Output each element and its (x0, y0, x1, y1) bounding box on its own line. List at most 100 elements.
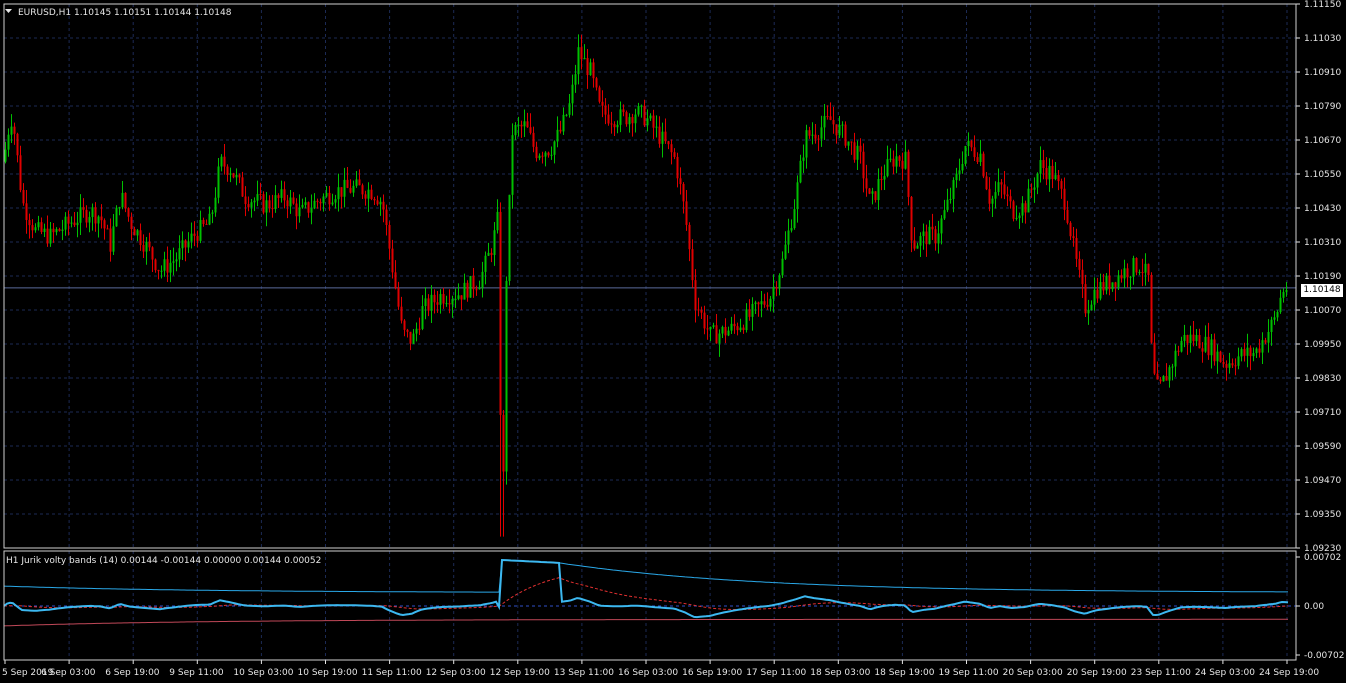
candle-body (895, 156, 898, 167)
candle-body (214, 197, 217, 213)
candle-body (286, 200, 289, 207)
candle-body (754, 302, 757, 304)
candle-body (523, 121, 526, 127)
candle-body (823, 116, 826, 128)
candle-body (715, 325, 718, 344)
candle-body (907, 151, 910, 197)
price-axis-label: 1.09470 (1304, 476, 1341, 486)
time-axis-label: 16 Sep 19:00 (682, 668, 742, 678)
triangle-down-icon[interactable] (5, 9, 12, 13)
candle-body (1120, 275, 1123, 279)
candle-body (46, 228, 49, 244)
candle-body (1018, 215, 1021, 218)
candle-body (583, 58, 586, 60)
candle-body (748, 309, 751, 317)
time-axis-label: 12 Sep 19:00 (490, 668, 550, 678)
candle-body (709, 326, 712, 330)
candle-body (637, 105, 640, 115)
candle-body (394, 272, 397, 288)
candle-body (808, 130, 811, 136)
candle-body (331, 202, 334, 205)
candle-body (190, 233, 193, 242)
candle-body (634, 114, 637, 124)
chart-canvas[interactable]: 1.11150 1.11030 1.10910 1.10790 1.10670 1.105… (0, 0, 1346, 683)
candle-body (1117, 275, 1120, 288)
candle-body (1129, 276, 1132, 278)
candle-body (538, 155, 541, 159)
candle-body (514, 125, 517, 136)
candle-body (502, 414, 505, 472)
candle-body (496, 211, 499, 231)
candle-body (40, 222, 43, 233)
candle-body (115, 207, 118, 227)
candle-body (652, 115, 655, 128)
candle-body (919, 236, 922, 246)
candle-body (193, 233, 196, 236)
candle-body (1183, 334, 1186, 341)
candle-body (673, 152, 676, 157)
candle-body (703, 312, 706, 329)
candle-body (1171, 366, 1174, 368)
candle-body (367, 189, 370, 199)
candle-body (343, 179, 346, 197)
candle-body (412, 333, 415, 344)
time-axis-label: 19 Sep 11:00 (939, 668, 999, 678)
candle-body (1096, 289, 1099, 299)
candle-body (733, 323, 736, 327)
candle-body (199, 219, 202, 241)
price-axis-label: 1.10550 (1304, 170, 1341, 180)
candle-body (484, 255, 487, 272)
candle-body (88, 217, 91, 223)
candle-body (1180, 340, 1183, 352)
candle-body (565, 114, 568, 116)
candle-body (118, 207, 121, 209)
candle-body (826, 116, 829, 118)
candle-body (985, 176, 988, 190)
candle-body (1066, 209, 1069, 223)
candle-body (94, 207, 97, 224)
candle-body (82, 207, 85, 210)
candle-body (781, 258, 784, 276)
candle-body (556, 129, 559, 142)
candle-body (499, 211, 502, 415)
candle-body (712, 325, 715, 327)
candle-body (364, 194, 367, 199)
candle-body (253, 200, 256, 203)
candle-body (1075, 238, 1078, 259)
candle-body (958, 170, 961, 174)
candle-body (1084, 284, 1087, 314)
candle-body (133, 229, 136, 236)
candle-body (877, 179, 880, 201)
candle-body (388, 224, 391, 249)
candle-body (1156, 373, 1159, 380)
candle-body (928, 226, 931, 245)
candle-body (841, 124, 844, 126)
price-axis-label: 1.09590 (1304, 442, 1341, 452)
candle-body (184, 240, 187, 248)
candle-body (832, 119, 835, 125)
candle-body (16, 133, 19, 156)
candle-body (745, 309, 748, 331)
osc-axis-label: 0.00702 (1304, 553, 1341, 563)
time-axis-label: 18 Sep 19:00 (874, 668, 934, 678)
candle-body (337, 187, 340, 200)
candle-body (382, 201, 385, 210)
candle-body (121, 192, 124, 208)
candle-body (1006, 194, 1009, 197)
time-axis-label: 10 Sep 19:00 (298, 668, 358, 678)
candle-body (391, 248, 394, 273)
candle-body (1165, 375, 1168, 381)
candle-body (280, 189, 283, 198)
candle-body (1042, 160, 1045, 169)
candle-body (1135, 258, 1138, 273)
candle-body (1279, 297, 1282, 313)
candle-body (322, 196, 325, 204)
candle-body (961, 163, 964, 171)
candle-body (622, 109, 625, 113)
candle-body (853, 142, 856, 160)
candle-body (1162, 375, 1165, 382)
candle-body (487, 252, 490, 256)
candle-body (868, 188, 871, 194)
candle-body (922, 231, 925, 237)
candle-body (976, 157, 979, 162)
